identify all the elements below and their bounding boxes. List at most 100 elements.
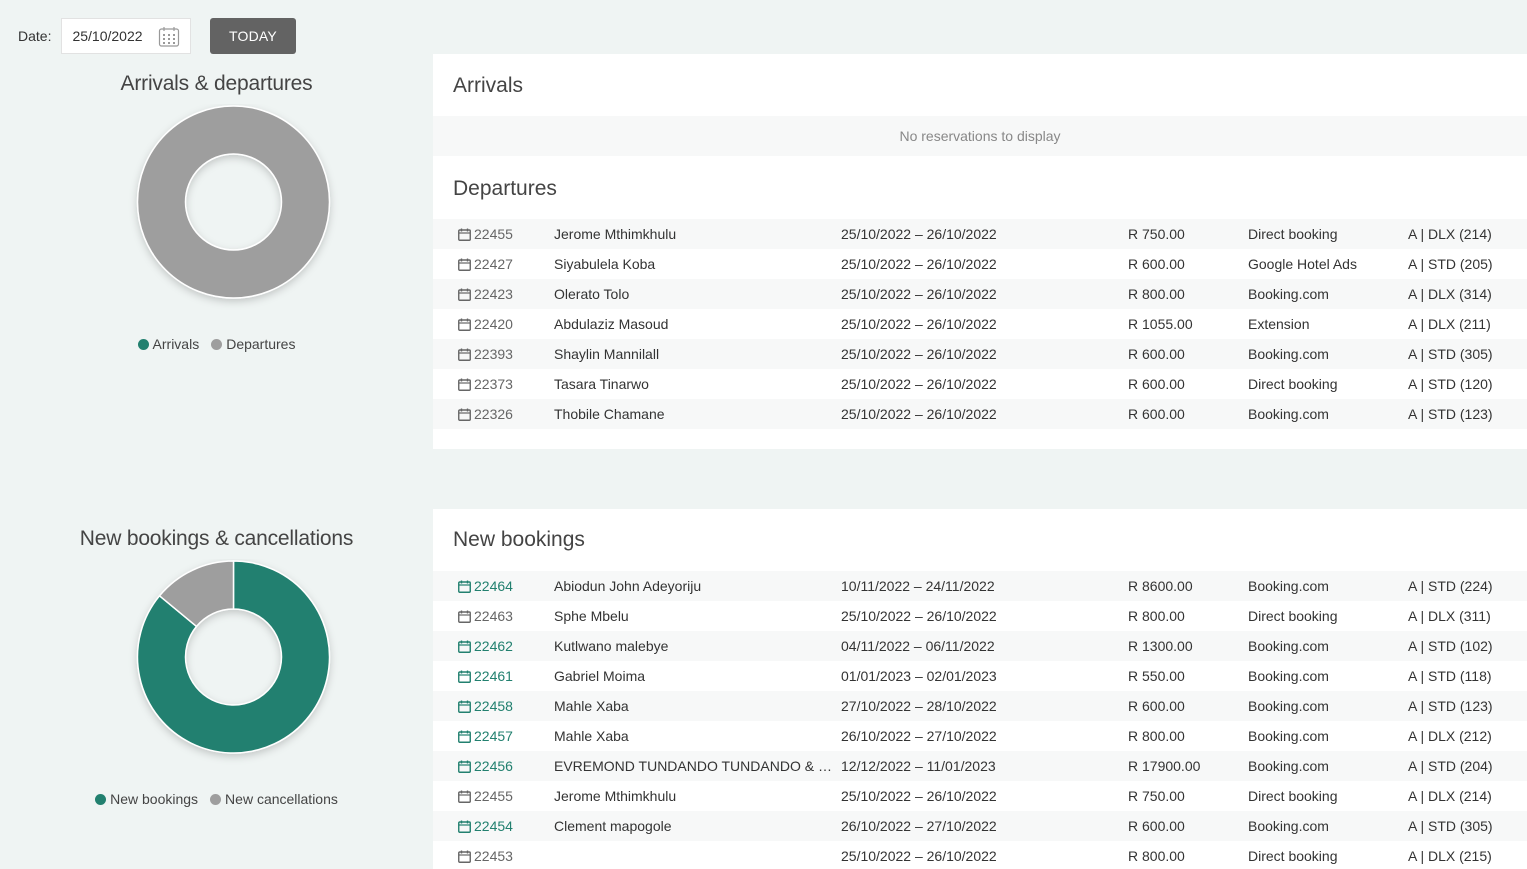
booking-source: Extension [1248,316,1310,332]
guest-name: Abdulaziz Masoud [554,316,669,332]
table-row[interactable]: 22326 Thobile Chamane 25/10/2022 – 26/10/2… [433,399,1527,429]
reservation-id-link[interactable]: 22458 [458,698,513,714]
table-row[interactable]: 22453 25/10/2022 – 26/10/2022 R 800.00 Dire… [433,841,1527,869]
table-row[interactable]: 22455 Jerome Mthimkhulu 25/10/2022 – 26/10… [433,781,1527,811]
calendar-icon [458,730,471,743]
table-row[interactable]: 22454 Clement mapogole 26/10/2022 – 27/10/… [433,811,1527,841]
reservation-id-link[interactable]: 22456 [458,758,513,774]
reservation-id-link[interactable]: 22427 [458,256,513,272]
guest-name: Sphe Mbelu [554,608,629,624]
guest-name: Mahle Xaba [554,698,629,714]
table-row[interactable]: 22455 Jerome Mthimkhulu 25/10/2022 – 26/10… [433,219,1527,249]
arrivals-departures-panel: Arrivals No reservations to display Depa… [433,54,1527,449]
price: R 800.00 [1128,728,1185,744]
reservation-id-link[interactable]: 22464 [458,578,513,594]
table-row[interactable]: 22457 Mahle Xaba 26/10/2022 – 27/10/2022 R … [433,721,1527,751]
price: R 8600.00 [1128,578,1193,594]
stay-dates: 25/10/2022 – 26/10/2022 [841,316,997,332]
reservation-id-link[interactable]: 22393 [458,346,513,362]
arrivals-title: Arrivals [453,74,524,97]
reservation-id: 22463 [474,608,513,624]
date-label: Date: [18,28,52,44]
booking-source: Booking.com [1248,698,1329,714]
table-row[interactable]: 22462 Kutlwano malebye 04/11/2022 – 06/11/… [433,631,1527,661]
reservation-id-link[interactable]: 22423 [458,286,513,302]
guest-name: Gabriel Moima [554,668,646,684]
stay-dates: 01/01/2023 – 02/01/2023 [841,668,997,684]
booking-source: Direct booking [1248,788,1338,804]
price: R 600.00 [1128,256,1185,272]
reservation-id-link[interactable]: 22420 [458,316,513,332]
table-row[interactable]: 22461 Gabriel Moima 01/01/2023 – 02/01/202… [433,661,1527,691]
table-row[interactable]: 22456 EVREMOND TUNDANDO TUNDANDO & NAH… 12… [433,751,1527,781]
bookings-cancellations-chart: New bookings & cancellations New booking… [0,527,433,807]
stay-dates: 25/10/2022 – 26/10/2022 [841,376,997,392]
legend-item-new-bookings[interactable]: New bookings [95,791,198,807]
stay-dates: 25/10/2022 – 26/10/2022 [841,788,997,804]
room: A | STD (224) [1408,578,1493,594]
legend-item-departures[interactable]: Departures [211,336,295,352]
booking-source: Direct booking [1248,848,1338,864]
table-row[interactable]: 22393 Shaylin Mannilall 25/10/2022 – 26/10… [433,339,1527,369]
reservation-id-link[interactable]: 22455 [458,226,513,242]
reservation-id-link[interactable]: 22453 [458,848,513,864]
guest-name: Kutlwano malebye [554,638,669,654]
reservation-id: 22464 [474,578,513,594]
booking-source: Booking.com [1248,286,1329,302]
booking-source: Google Hotel Ads [1248,256,1357,272]
table-row[interactable]: 22427 Siyabulela Koba 25/10/2022 – 26/10/2… [433,249,1527,279]
booking-source: Booking.com [1248,578,1329,594]
calendar-icon [458,318,471,331]
table-row[interactable]: 22420 Abdulaziz Masoud 25/10/2022 – 26/10/… [433,309,1527,339]
calendar-icon [458,408,471,421]
calendar-icon[interactable] [158,26,180,51]
guest-name: Shaylin Mannilall [554,346,660,362]
room: A | STD (305) [1408,346,1493,362]
reservation-id-link[interactable]: 22462 [458,638,513,654]
table-row[interactable]: 22463 Sphe Mbelu 25/10/2022 – 26/10/2022 R … [433,601,1527,631]
date-input[interactable]: 25/10/2022 [61,18,192,54]
guest-name: Clement mapogole [554,818,672,834]
booking-source: Booking.com [1248,758,1329,774]
price: R 600.00 [1128,698,1185,714]
guest-name: Jerome Mthimkhulu [554,226,677,242]
reservation-id: 22423 [474,286,513,302]
reservation-id-link[interactable]: 22461 [458,668,513,684]
stay-dates: 25/10/2022 – 26/10/2022 [841,346,997,362]
calendar-icon [458,580,471,593]
legend-dot [95,793,107,805]
reservation-id-link[interactable]: 22463 [458,608,513,624]
reservation-id: 22427 [474,256,513,272]
date-value: 25/10/2022 [72,28,143,44]
reservation-id-link[interactable]: 22457 [458,728,513,744]
today-button[interactable]: TODAY [210,18,296,54]
legend-item-arrivals[interactable]: Arrivals [137,336,199,352]
booking-source: Booking.com [1248,818,1329,834]
donut-slice-departures[interactable] [136,105,331,299]
price: R 17900.00 [1128,758,1201,774]
calendar-icon [458,820,471,833]
legend-label: Departures [226,336,296,352]
room: A | DLX (214) [1408,226,1492,242]
table-row[interactable]: 22423 Olerato Tolo 25/10/2022 – 26/10/2022… [433,279,1527,309]
calendar-icon [458,670,471,683]
reservation-id-link[interactable]: 22373 [458,376,513,392]
reservation-id-link[interactable]: 22326 [458,406,513,422]
stay-dates: 25/10/2022 – 26/10/2022 [841,256,997,272]
reservation-id-link[interactable]: 22454 [458,818,513,834]
table-row[interactable]: 22464 Abiodun John Adeyoriju 10/11/2022 – … [433,571,1527,601]
price: R 600.00 [1128,818,1185,834]
stay-dates: 26/10/2022 – 27/10/2022 [841,728,997,744]
legend-label: New bookings [110,791,199,807]
chart-legend: New bookings New cancellations [0,791,433,807]
stay-dates: 25/10/2022 – 26/10/2022 [841,226,997,242]
table-row[interactable]: 22373 Tasara Tinarwo 25/10/2022 – 26/10/20… [433,369,1527,399]
legend-item-new-cancellations[interactable]: New cancellations [210,791,338,807]
reservation-id: 22457 [474,728,513,744]
reservation-id: 22461 [474,668,513,684]
table-row[interactable]: 22458 Mahle Xaba 27/10/2022 – 28/10/2022 R … [433,691,1527,721]
room: A | DLX (314) [1408,286,1492,302]
reservation-id-link[interactable]: 22455 [458,788,513,804]
room: A | DLX (311) [1408,608,1491,624]
donut-chart-1 [136,105,331,299]
